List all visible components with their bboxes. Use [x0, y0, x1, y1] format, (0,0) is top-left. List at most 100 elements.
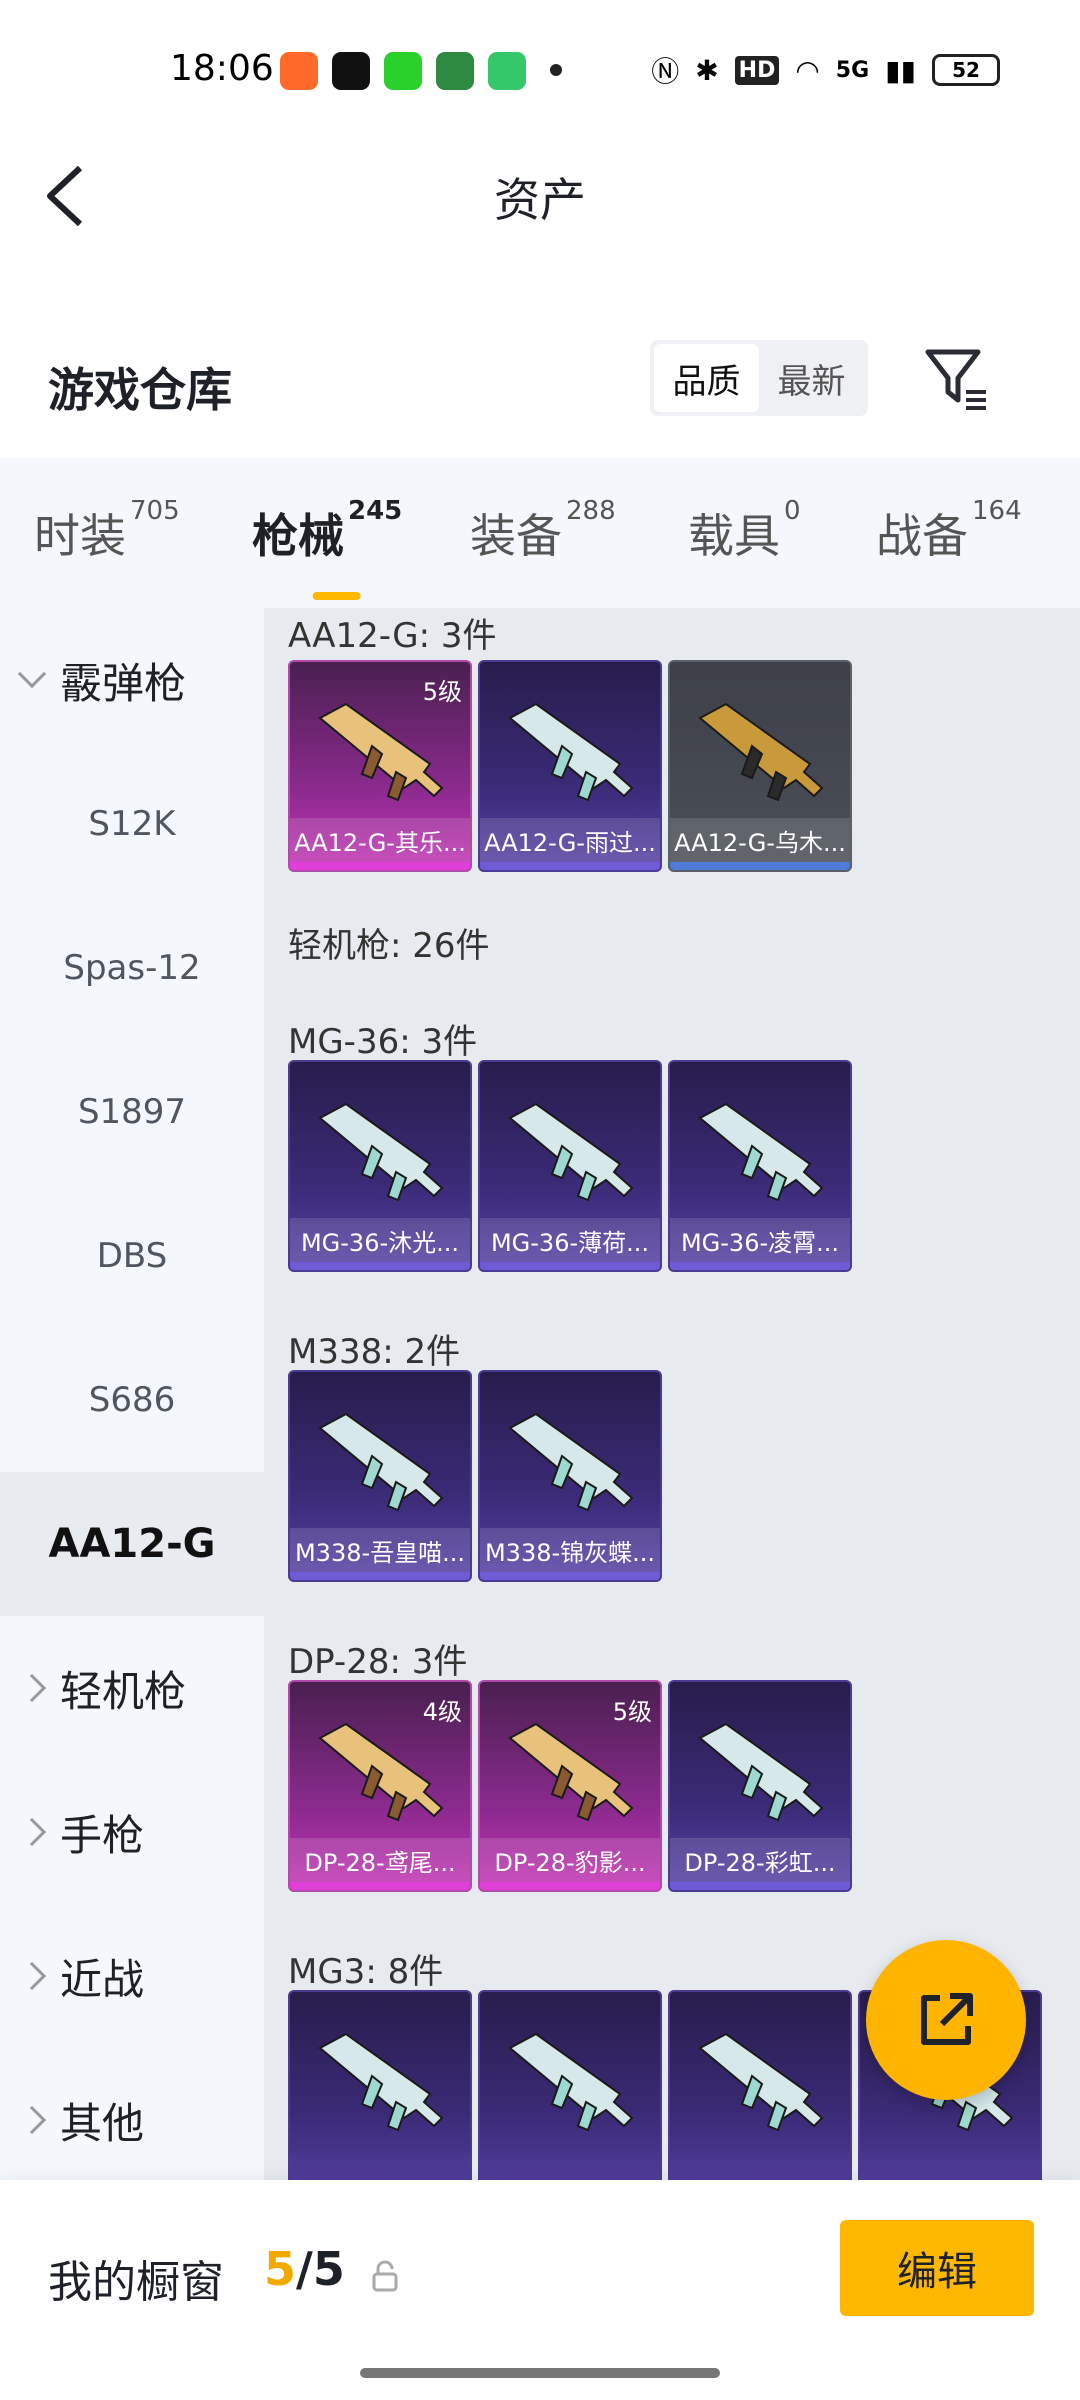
rarity-bar [670, 1262, 850, 1270]
sidebar-item-dbs[interactable]: DBS [0, 1184, 264, 1328]
weapon-skin-image [318, 2032, 444, 2132]
sidebar-category-label: 近战 [60, 1954, 145, 2004]
filter-button[interactable] [920, 342, 992, 414]
skin-name-label: MG-36-凌霄... [670, 1218, 850, 1262]
weapon-skin-image [508, 1722, 634, 1822]
page-header: 资产 [0, 140, 1080, 250]
showcase-current: 5 [264, 2242, 297, 2296]
tab-count: 288 [566, 496, 616, 526]
weapon-skin-card[interactable]: M338-锦灰蝶... [478, 1370, 662, 1582]
skin-name-label: M338-锦灰蝶... [480, 1528, 660, 1572]
tab-count: 0 [784, 496, 801, 526]
dot-icon [550, 64, 562, 76]
section-header-m338: M338: 2件 [288, 1332, 461, 1372]
sidebar-item-s12k[interactable]: S12K [0, 752, 264, 896]
sidebar-category-pistol[interactable]: 手枪 [0, 1760, 264, 1904]
tab-vehicles[interactable]: 载具 0 [688, 496, 801, 566]
skin-level-badge: 5级 [422, 678, 462, 706]
weapon-skin-image [508, 1412, 634, 1512]
rarity-bar [290, 1572, 470, 1580]
weapon-skin-image [318, 1722, 444, 1822]
sidebar-item-s1897[interactable]: S1897 [0, 1040, 264, 1184]
share-fab-button[interactable] [866, 1940, 1026, 2100]
weapon-skin-image [698, 1722, 824, 1822]
sidebar-category-other[interactable]: 其他 [0, 2048, 264, 2192]
weapon-skin-card[interactable]: M338-吾皇喵... [288, 1370, 472, 1582]
showcase-separator: / [296, 2242, 313, 2296]
skin-name-label: AA12-G-雨过... [480, 818, 660, 862]
rarity-bar [290, 1262, 470, 1270]
tab-count: 245 [348, 496, 403, 526]
tab-equipment[interactable]: 装备 288 [470, 496, 616, 566]
weapon-skin-card[interactable] [668, 1990, 852, 2180]
page-title: 资产 [494, 173, 586, 227]
weapon-skin-card[interactable]: 4级 DP-28-鸢尾... [288, 1680, 472, 1892]
skin-name-label: AA12-G-其乐... [290, 818, 470, 862]
wifi-icon: ◠ [795, 53, 820, 87]
warehouse-header: 游戏仓库 品质 最新 [0, 340, 1080, 440]
bluetooth-icon: ✱ [695, 53, 719, 87]
weapon-skin-card[interactable] [478, 1990, 662, 2180]
home-indicator [360, 2368, 720, 2378]
tab-label: 枪械 [252, 509, 344, 563]
weapon-skin-card[interactable]: MG-36-薄荷... [478, 1060, 662, 1272]
sidebar-category-lmg[interactable]: 轻机枪 [0, 1616, 264, 1760]
tab-label: 载具 [688, 509, 780, 563]
weapon-skin-image [698, 2032, 824, 2132]
sort-newest-option[interactable]: 最新 [759, 344, 864, 412]
nfc-icon: Ⓝ [651, 55, 680, 88]
section-header-dp28: DP-28: 3件 [288, 1642, 468, 1682]
tab-weapons[interactable]: 枪械 245 [252, 496, 402, 600]
game-app-icon [280, 52, 318, 90]
sidebar-category-melee[interactable]: 近战 [0, 1904, 264, 2048]
status-bar: 18:06 Ⓝ ✱ HD ◠ 5G ▮▮ 52 [0, 0, 1080, 140]
tab-label: 时装 [34, 509, 126, 563]
showcase-bar: 我的橱窗 5/5 编辑 [0, 2180, 1080, 2400]
skin-name-label: DP-28-彩虹... [670, 1838, 850, 1882]
sidebar-item-aa12g[interactable]: AA12-G [0, 1472, 264, 1616]
external-link-icon [921, 1993, 973, 2045]
rarity-bar [290, 862, 470, 870]
sort-toggle: 品质 最新 [650, 340, 868, 416]
weapon-skin-image [698, 702, 824, 802]
rarity-bar [480, 862, 660, 870]
skin-name-label: AA12-G-乌木... [670, 818, 850, 862]
wechat-app-icon [384, 52, 422, 90]
weapon-skin-image [508, 702, 634, 802]
tiktok-icon [332, 52, 370, 90]
chevron-right-icon [17, 1961, 47, 1991]
weapon-skin-card[interactable]: MG-36-沐光... [288, 1060, 472, 1272]
section-header-mg36: MG-36: 3件 [288, 1022, 478, 1062]
weapon-skin-card[interactable]: 5级 AA12-G-其乐... [288, 660, 472, 872]
tab-fashion[interactable]: 时装 705 [34, 496, 180, 566]
status-time: 18:06 [170, 48, 274, 89]
section-header-mg3: MG3: 8件 [288, 1952, 444, 1992]
warehouse-title: 游戏仓库 [48, 363, 232, 417]
section-header-aa12g: AA12-G: 3件 [288, 616, 497, 656]
sort-quality-option[interactable]: 品质 [654, 344, 759, 412]
sidebar-item-s686[interactable]: S686 [0, 1328, 264, 1472]
tab-supplies[interactable]: 战备 164 [876, 496, 1022, 566]
weapon-skin-card[interactable] [288, 1990, 472, 2180]
skin-level-badge: 4级 [422, 1698, 462, 1726]
skin-level-badge: 5级 [612, 1698, 652, 1726]
active-tab-indicator [312, 592, 361, 600]
skin-name-label: DP-28-豹影... [480, 1838, 660, 1882]
battery-icon: 52 [932, 54, 1000, 86]
skin-name-label: DP-28-鸢尾... [290, 1838, 470, 1882]
chevron-down-icon [17, 659, 47, 689]
weapon-skin-card[interactable]: MG-36-凌霄... [668, 1060, 852, 1272]
rarity-bar [290, 1882, 470, 1890]
weapon-skin-card[interactable]: 5级 DP-28-豹影... [478, 1680, 662, 1892]
rarity-bar [480, 1262, 660, 1270]
edit-button[interactable]: 编辑 [840, 2220, 1034, 2316]
weapon-category-sidebar: 霰弹枪 S12K Spas-12 S1897 DBS S686 AA12-G 轻… [0, 608, 264, 2180]
signal-5g-icon: 5G [835, 57, 870, 83]
weapon-skin-card[interactable]: AA12-G-雨过... [478, 660, 662, 872]
sidebar-item-spas12[interactable]: Spas-12 [0, 896, 264, 1040]
sidebar-category-shotgun[interactable]: 霰弹枪 [0, 608, 264, 752]
weapon-skin-card[interactable]: AA12-G-乌木... [668, 660, 852, 872]
weapon-skin-card[interactable]: DP-28-彩虹... [668, 1680, 852, 1892]
tab-count: 705 [130, 496, 180, 526]
chevron-right-icon [17, 2105, 47, 2135]
